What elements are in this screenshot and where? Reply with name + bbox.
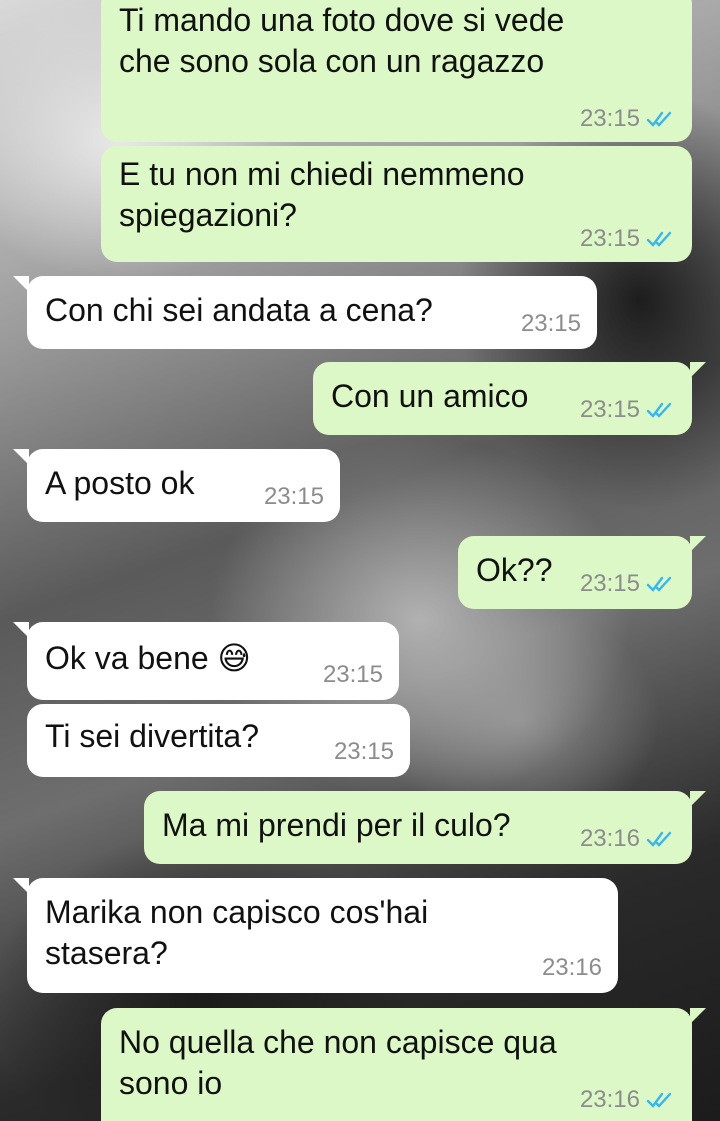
double-check-icon bbox=[646, 831, 672, 847]
message-bubble-outgoing[interactable]: Ti mando una foto dove si vede che sono … bbox=[101, 0, 692, 142]
message-bubble-incoming[interactable]: Con chi sei andata a cena? 23:15 bbox=[13, 276, 597, 349]
message-bubble-outgoing[interactable]: No quella che non capisce qua sono io 23… bbox=[101, 1008, 706, 1121]
message-text: Ti mando una foto dove si vede che sono … bbox=[119, 2, 565, 79]
double-check-icon bbox=[646, 576, 672, 592]
message-bubble-incoming[interactable]: Ti sei divertita? 23:15 bbox=[27, 704, 410, 777]
message-bubble-outgoing[interactable]: Ok?? 23:15 bbox=[458, 536, 706, 609]
message-meta: 23:15 bbox=[580, 571, 676, 597]
message-bubble-outgoing[interactable]: Con un amico 23:15 bbox=[313, 362, 706, 435]
message-time: 23:15 bbox=[333, 738, 394, 765]
message-time: 23:15 bbox=[263, 483, 324, 510]
message-bubble-incoming[interactable]: A posto ok 23:15 bbox=[13, 449, 340, 522]
message-bubble-incoming[interactable]: Marika non capisco cos'hai stasera? 23:1… bbox=[13, 878, 618, 993]
message-time: 23:15 bbox=[579, 570, 640, 597]
message-meta: 23:15 bbox=[580, 397, 676, 423]
message-time: 23:16 bbox=[579, 1086, 640, 1113]
message-meta: 23:15 bbox=[521, 311, 581, 337]
message-meta: 23:16 bbox=[580, 1087, 676, 1113]
message-meta: 23:15 bbox=[323, 662, 383, 688]
message-bubble-outgoing[interactable]: E tu non mi chiedi nemmeno spiegazioni? … bbox=[101, 146, 692, 262]
message-meta: 23:15 bbox=[264, 484, 324, 510]
message-time: 23:15 bbox=[322, 661, 383, 688]
message-time: 23:15 bbox=[579, 396, 640, 423]
message-meta: 23:15 bbox=[580, 226, 676, 252]
message-time: 23:16 bbox=[579, 825, 640, 852]
double-check-icon bbox=[646, 402, 672, 418]
double-check-icon bbox=[646, 231, 672, 247]
message-bubble-outgoing[interactable]: Ma mi prendi per il culo? 23:16 bbox=[144, 791, 706, 864]
message-time: 23:16 bbox=[541, 954, 602, 981]
message-meta: 23:15 bbox=[334, 739, 394, 765]
message-text: Marika non capisco cos'hai stasera? bbox=[45, 894, 429, 971]
message-time: 23:15 bbox=[520, 310, 581, 337]
double-check-icon bbox=[646, 1092, 672, 1108]
message-meta: 23:15 bbox=[580, 106, 676, 132]
double-check-icon bbox=[646, 111, 672, 127]
message-time: 23:15 bbox=[579, 105, 640, 132]
message-meta: 23:16 bbox=[542, 955, 602, 981]
message-time: 23:15 bbox=[579, 225, 640, 252]
message-text: Con chi sei andata a cena? bbox=[45, 292, 433, 328]
message-text: E tu non mi chiedi nemmeno spiegazioni? bbox=[119, 156, 525, 233]
message-bubble-incoming[interactable]: Ok va bene 😅 23:15 bbox=[13, 622, 399, 700]
message-meta: 23:16 bbox=[580, 826, 676, 852]
